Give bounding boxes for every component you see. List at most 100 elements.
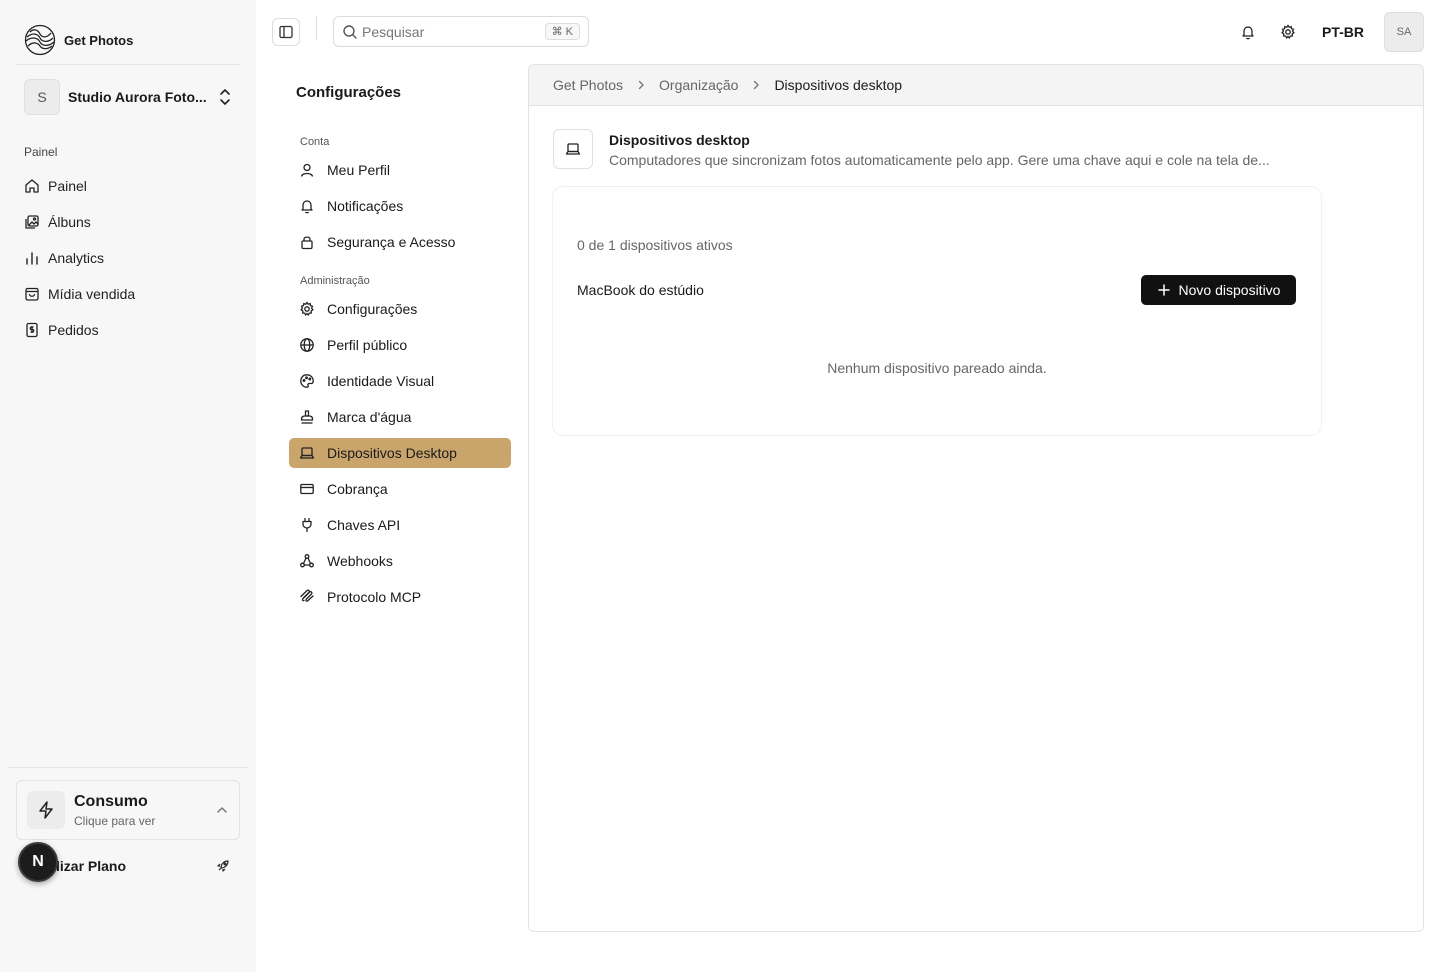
settings-item-identidade-visual[interactable]: Identidade Visual <box>289 366 511 396</box>
usage-icon-box <box>27 791 65 829</box>
settings-nav-admin: Configurações Perfil público Identidade … <box>289 294 511 618</box>
settings-item-label: Segurança e Acesso <box>327 234 456 250</box>
globe-icon <box>300 338 314 352</box>
settings-group-label: Administração <box>300 275 370 287</box>
sidebar-item-midia-vendida[interactable]: Mídia vendida <box>16 276 240 312</box>
settings-item-meu-perfil[interactable]: Meu Perfil <box>289 155 511 185</box>
org-avatar: S <box>24 79 60 115</box>
breadcrumb-item[interactable]: Get Photos <box>553 77 623 93</box>
webhook-icon <box>300 554 314 568</box>
topbar-separator <box>316 16 317 40</box>
usage-card[interactable]: Consumo Clique para ver <box>16 780 240 840</box>
palette-icon <box>300 374 314 388</box>
sidebar-item-label: Analytics <box>48 250 105 266</box>
panel-left-icon <box>279 25 293 39</box>
device-name: MacBook do estúdio <box>577 282 704 298</box>
settings-item-dispositivos-desktop[interactable]: Dispositivos Desktop <box>289 438 511 468</box>
settings-item-label: Protocolo MCP <box>327 589 422 605</box>
settings-item-label: Configurações <box>327 301 418 317</box>
upgrade-plan-label: lizar Plano <box>56 858 127 874</box>
nav-section-label: Painel <box>24 145 58 159</box>
settings-item-label: Dispositivos Desktop <box>327 445 457 461</box>
logo-icon <box>24 24 56 56</box>
chevron-right-icon <box>754 80 760 90</box>
user-icon <box>300 163 314 177</box>
sidebar-item-analytics[interactable]: Analytics <box>16 240 240 276</box>
main-panel: Get Photos Organização Dispositivos desk… <box>528 64 1424 932</box>
brand[interactable]: Get Photos <box>24 24 133 56</box>
settings-item-cobranca[interactable]: Cobrança <box>289 474 511 504</box>
bell-icon <box>301 200 313 214</box>
app-sidebar: Get Photos S Studio Aurora Foto... Paine… <box>0 0 256 972</box>
sidebar-item-albuns[interactable]: Álbuns <box>16 204 240 240</box>
page-description: Computadores que sincronizam fotos autom… <box>609 152 1270 168</box>
notifications-button[interactable] <box>1234 18 1262 46</box>
header-icon-box <box>553 129 593 169</box>
chevron-right-icon <box>638 80 644 90</box>
devices-card: 0 de 1 dispositivos ativos MacBook do es… <box>553 187 1321 435</box>
laptop-icon <box>565 143 581 155</box>
search-shortcut: ⌘ K <box>544 23 580 40</box>
gear-icon <box>300 301 314 316</box>
gear-icon <box>1281 24 1295 39</box>
page-header: Dispositivos desktop Computadores que si… <box>553 129 1309 169</box>
main-nav: Painel Álbuns Analytics Mídia vendida Pe… <box>16 168 240 348</box>
settings-item-label: Marca d'água <box>327 409 412 425</box>
sidebar-item-label: Mídia vendida <box>48 286 136 302</box>
settings-item-marca-dagua[interactable]: Marca d'água <box>289 402 511 432</box>
user-avatar[interactable]: SA <box>1384 12 1424 52</box>
new-device-button[interactable]: Novo dispositivo <box>1141 275 1296 305</box>
usage-subtitle: Clique para ver <box>74 813 156 828</box>
plus-icon <box>1157 284 1170 296</box>
page-title: Dispositivos desktop <box>609 132 750 148</box>
new-device-label: Novo dispositivo <box>1178 282 1281 298</box>
empty-state-message: Nenhum dispositivo pareado ainda. <box>827 360 1047 376</box>
laptop-icon <box>299 447 315 459</box>
home-icon <box>25 179 39 193</box>
active-devices-count: 0 de 1 dispositivos ativos <box>577 237 733 253</box>
settings-item-configuracoes[interactable]: Configurações <box>289 294 511 324</box>
chevron-up-icon <box>217 807 227 813</box>
bell-icon <box>1242 26 1254 40</box>
images-icon <box>25 215 39 229</box>
zap-icon <box>39 801 53 819</box>
stamp-icon <box>300 410 314 424</box>
settings-group-label: Conta <box>300 136 330 148</box>
settings-item-notificacoes[interactable]: Notificações <box>289 191 511 221</box>
search-input[interactable] <box>362 23 545 40</box>
search-box[interactable]: ⌘ K <box>333 16 589 47</box>
sidebar-item-label: Pedidos <box>48 322 99 338</box>
usage-title: Consumo <box>74 792 148 810</box>
settings-item-label: Notificações <box>327 198 404 214</box>
breadcrumb-current: Dispositivos desktop <box>774 77 903 93</box>
settings-item-webhooks[interactable]: Webhooks <box>289 546 511 576</box>
divider <box>16 64 240 65</box>
language-selector[interactable]: PT-BR <box>1316 18 1370 46</box>
lock-icon <box>301 236 313 250</box>
settings-item-perfil-publico[interactable]: Perfil público <box>289 330 511 360</box>
org-name: Studio Aurora Foto... <box>68 89 207 105</box>
shopping-bag-icon <box>25 287 39 301</box>
rocket-icon <box>217 860 229 872</box>
settings-item-label: Webhooks <box>327 553 393 569</box>
breadcrumb: Get Photos Organização Dispositivos desk… <box>529 65 1423 106</box>
settings-item-chaves-api[interactable]: Chaves API <box>289 510 511 540</box>
divider <box>8 767 248 768</box>
receipt-icon <box>26 322 38 338</box>
mcp-icon <box>300 589 314 602</box>
settings-item-seguranca[interactable]: Segurança e Acesso <box>289 227 511 257</box>
sidebar-item-pedidos[interactable]: Pedidos <box>16 312 240 348</box>
settings-button[interactable] <box>1274 18 1302 46</box>
floating-help-button[interactable]: N <box>18 842 58 882</box>
settings-item-label: Identidade Visual <box>327 373 435 389</box>
credit-card-icon <box>300 483 314 495</box>
settings-item-label: Meu Perfil <box>327 162 391 178</box>
settings-nav-account: Meu Perfil Notificações Segurança e Aces… <box>289 155 511 263</box>
org-switcher[interactable]: S Studio Aurora Foto... <box>16 78 240 116</box>
sidebar-item-label: Álbuns <box>48 214 91 230</box>
brand-name: Get Photos <box>64 32 134 48</box>
breadcrumb-item[interactable]: Organização <box>659 77 738 93</box>
settings-item-protocolo-mcp[interactable]: Protocolo MCP <box>289 582 511 612</box>
sidebar-item-painel[interactable]: Painel <box>16 168 240 204</box>
sidebar-toggle-button[interactable] <box>272 18 300 46</box>
